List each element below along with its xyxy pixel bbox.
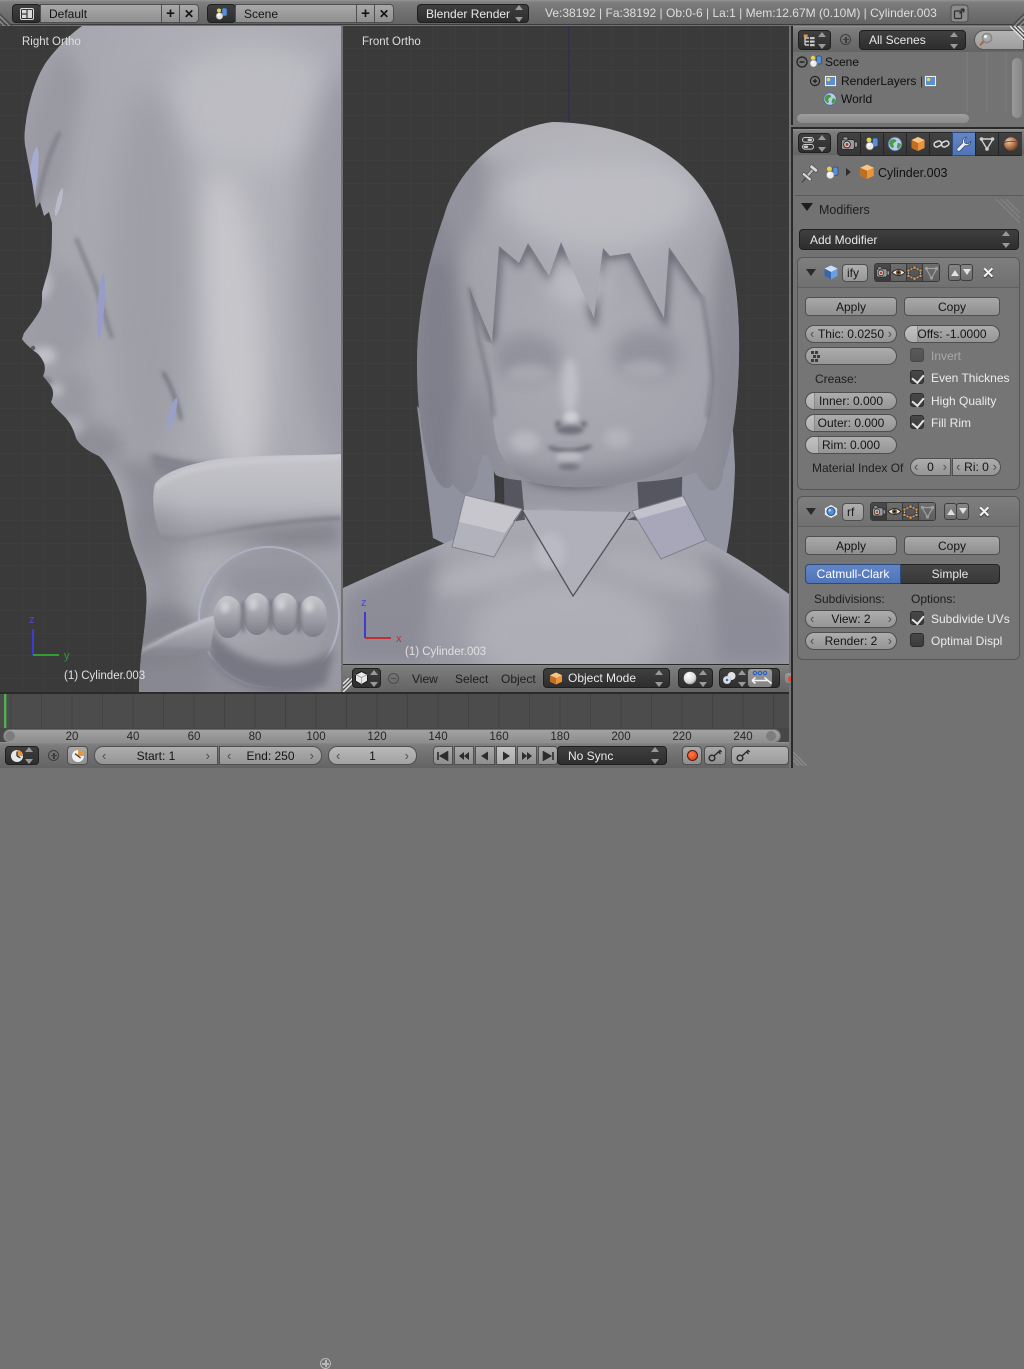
- svg-text:(1) Cylinder.003: (1) Cylinder.003: [405, 646, 486, 658]
- svg-text:z: z: [29, 614, 35, 626]
- svg-text:(1) Cylinder.003: (1) Cylinder.003: [64, 670, 145, 682]
- svg-text:x: x: [396, 633, 402, 645]
- svg-text:|: |: [920, 74, 923, 88]
- svg-text:Right Ortho: Right Ortho: [22, 36, 81, 48]
- svg-text:Front Ortho: Front Ortho: [362, 36, 421, 48]
- svg-text:z: z: [361, 597, 367, 609]
- svg-text:World: World: [841, 92, 872, 106]
- svg-text:y: y: [64, 650, 70, 662]
- svg-text:Scene: Scene: [825, 55, 859, 69]
- svg-text:RenderLayers: RenderLayers: [841, 74, 916, 88]
- svg-text:Cylinder.003: Cylinder.003: [878, 166, 948, 180]
